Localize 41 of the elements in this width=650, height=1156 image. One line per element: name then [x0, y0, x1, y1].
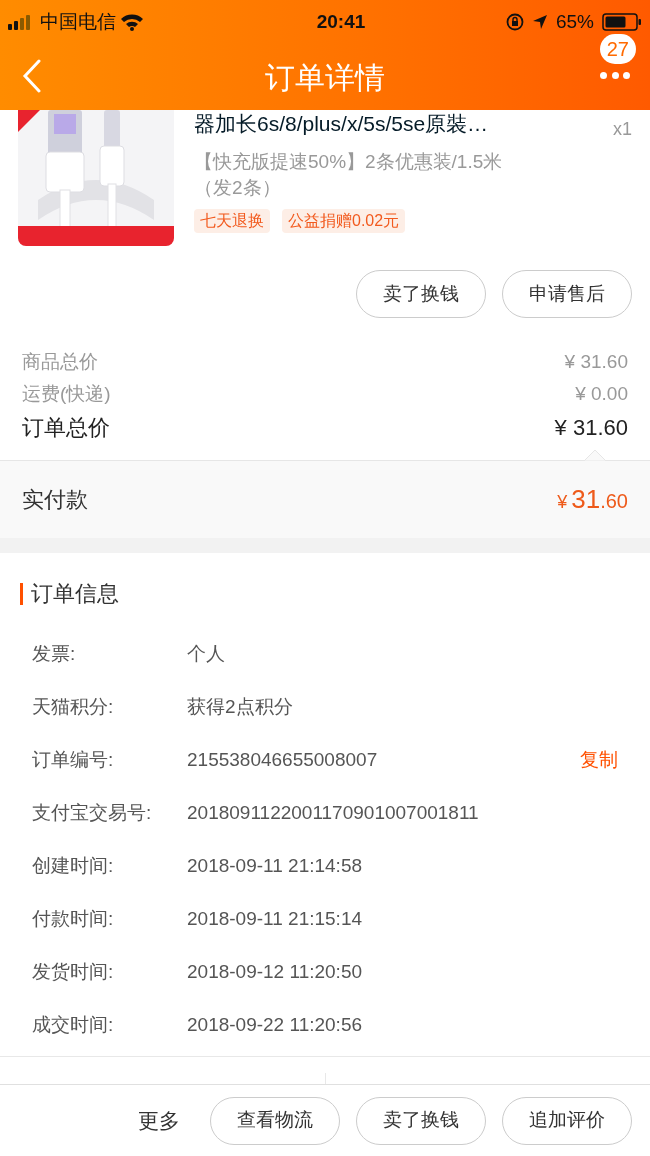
info-label: 发票:	[32, 642, 77, 667]
battery-icon	[602, 13, 642, 31]
info-label: 发货时间:	[32, 960, 115, 985]
price-label: 运费(快递)	[22, 382, 111, 406]
wifi-icon	[120, 13, 144, 31]
quantity-text: x1	[613, 118, 632, 141]
product-title: 器加长6s/8/plus/x/5s/5se原裝…	[194, 111, 489, 137]
more-link[interactable]: 更多	[138, 1104, 180, 1137]
page-title: 订单详情	[265, 59, 385, 96]
paid-amount: ¥31.60	[557, 483, 628, 516]
section-title: 订单信息	[31, 580, 119, 608]
service-tag: 公益捐赠0.02元	[282, 209, 406, 233]
info-value: 2018-09-22 11:20:56	[187, 1013, 364, 1038]
paid-label: 实付款	[22, 486, 88, 514]
back-icon	[22, 59, 42, 93]
battery-percent: 65%	[555, 9, 594, 34]
info-label: 创建时间:	[32, 854, 115, 879]
info-label: 天猫积分:	[32, 695, 115, 720]
rotation-lock-icon	[505, 13, 524, 31]
price-value: ¥ 0.00	[575, 382, 628, 406]
info-value: 获得2点积分	[187, 695, 294, 720]
info-value: 2018-09-11 21:15:14	[187, 907, 364, 932]
price-value: ¥ 31.60	[564, 350, 628, 374]
info-value: 2018-09-12 11:20:50	[187, 960, 364, 985]
price-label: 订单总价	[22, 414, 110, 442]
location-arrow-icon	[531, 14, 548, 30]
sku-text: 【快充版提速50%】2条优惠装/1.5米（发2条）	[194, 150, 504, 200]
info-value: 个人	[187, 642, 226, 667]
info-label: 支付宝交易号:	[32, 801, 153, 826]
info-value: 2018091122001170901007001811	[187, 801, 480, 826]
price-value: ¥ 31.60	[554, 414, 628, 442]
carrier-text: 中国电信	[40, 9, 116, 34]
service-tag: 七天退换	[194, 209, 270, 233]
info-label: 成交时间:	[32, 1013, 115, 1038]
info-value: 215538046655008007	[187, 748, 379, 773]
info-label: 订单编号:	[32, 748, 115, 773]
price-label: 商品总价	[22, 350, 98, 374]
info-label: 付款时间:	[32, 907, 115, 932]
clock-text: 20:41	[316, 9, 366, 34]
info-value: 2018-09-11 21:14:58	[187, 854, 364, 879]
notification-badge: 27	[599, 34, 636, 64]
